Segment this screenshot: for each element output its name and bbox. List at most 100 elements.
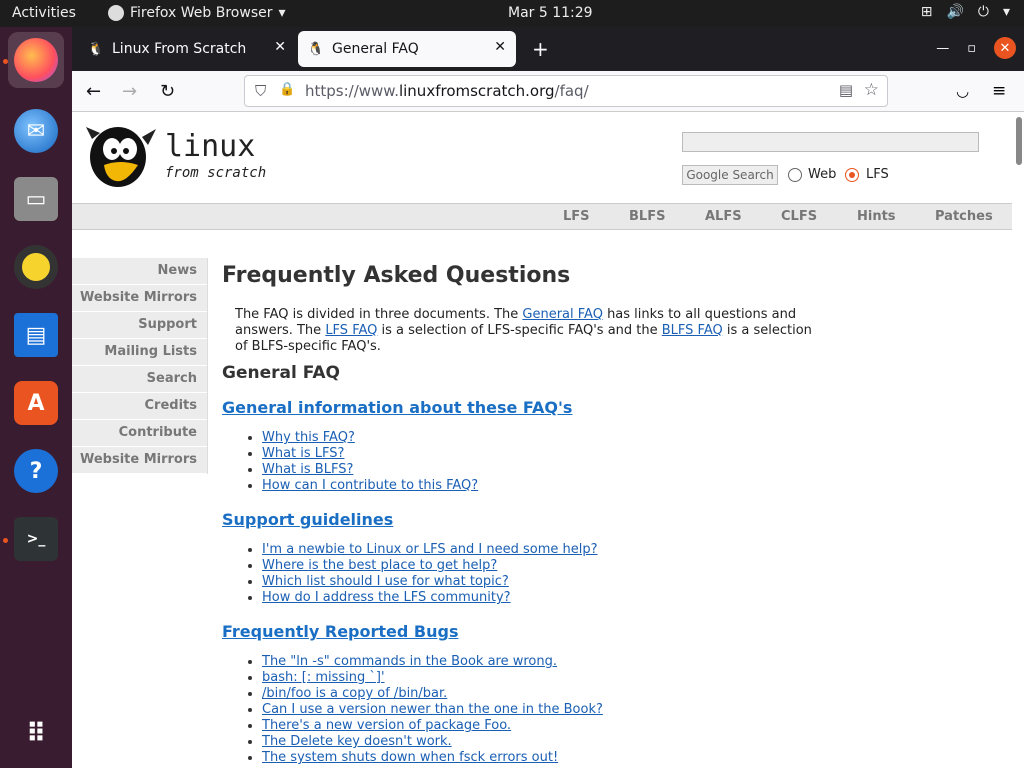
list-item[interactable]: The system shuts down when fsck errors o…	[262, 750, 603, 766]
firefox-icon	[14, 38, 58, 82]
url-text[interactable]: https://www.linuxfromscratch.org/faq/	[305, 82, 589, 100]
list-item[interactable]: The "ln -s" commands in the Book are wro…	[262, 654, 603, 670]
firefox-icon	[108, 5, 124, 21]
nav-alfs[interactable]: ALFS	[705, 209, 742, 224]
list-item[interactable]: bash: [: missing `]'	[262, 670, 603, 686]
dock-help[interactable]: ?	[8, 443, 64, 499]
list-item[interactable]: How do I address the LFS community?	[262, 590, 598, 606]
logo-text-linux[interactable]: linux	[165, 129, 255, 164]
lfs-faq-link[interactable]: LFS FAQ	[325, 323, 377, 338]
nav-hints[interactable]: Hints	[857, 209, 896, 224]
tab-general-faq[interactable]: 🐧 General FAQ ✕	[298, 31, 516, 67]
page-scrollbar[interactable]	[1016, 117, 1022, 165]
section-heading-bugs[interactable]: Frequently Reported Bugs	[222, 622, 458, 641]
sidebar: News Website Mirrors Support Mailing Lis…	[72, 258, 208, 474]
sidebar-item-news[interactable]: News	[72, 258, 207, 285]
pocket-icon[interactable]: ◡	[956, 82, 969, 100]
tab-linux-from-scratch[interactable]: 🐧 Linux From Scratch ✕	[78, 31, 296, 67]
radio-web-label[interactable]: Web	[808, 167, 836, 182]
new-tab-button[interactable]: +	[532, 37, 549, 61]
list-item[interactable]: /bin/foo is a copy of /bin/bar.	[262, 686, 603, 702]
files-icon: ▭	[14, 177, 58, 221]
close-tab-icon[interactable]: ✕	[274, 39, 286, 55]
list-item[interactable]: I'm a newbie to Linux or LFS and I need …	[262, 542, 598, 558]
web-page: linux from scratch Google Search Web LFS…	[72, 113, 1024, 768]
forward-icon[interactable]: →	[122, 81, 137, 102]
rhythmbox-icon	[14, 245, 58, 289]
clock[interactable]: Mar 5 11:29	[508, 5, 593, 21]
nav-blfs[interactable]: BLFS	[629, 209, 665, 224]
close-window-icon[interactable]: ✕	[994, 37, 1016, 59]
sidebar-item-contribute[interactable]: Contribute	[72, 420, 207, 447]
radio-lfs[interactable]	[845, 168, 859, 182]
section-heading-general-info[interactable]: General information about these FAQ's	[222, 398, 572, 417]
dock-writer[interactable]: ▤	[8, 307, 64, 363]
tux-logo-icon[interactable]	[82, 123, 162, 193]
faq-list-bugs: The "ln -s" commands in the Book are wro…	[222, 654, 603, 766]
nav-lfs[interactable]: LFS	[563, 209, 590, 224]
terminal-icon: >_	[14, 517, 58, 561]
app-name: Firefox Web Browser	[130, 5, 273, 21]
browser-window: 🐧 Linux From Scratch ✕ 🐧 General FAQ ✕ +…	[72, 27, 1024, 768]
back-icon[interactable]: ←	[86, 81, 101, 102]
close-tab-icon[interactable]: ✕	[494, 39, 506, 55]
shield-icon[interactable]: ⛉	[255, 82, 266, 100]
list-item[interactable]: The Delete key doesn't work.	[262, 734, 603, 750]
google-search-button[interactable]: Google Search	[682, 165, 778, 185]
activities-button[interactable]: Activities	[12, 5, 76, 21]
dock-rhythmbox[interactable]	[8, 239, 64, 295]
tab-title: General FAQ	[332, 41, 419, 57]
sidebar-item-website-mirrors-2[interactable]: Website Mirrors	[72, 447, 207, 474]
list-item[interactable]: Can I use a version newer than the one i…	[262, 702, 603, 718]
list-item[interactable]: What is BLFS?	[262, 462, 478, 478]
dock-files[interactable]: ▭	[8, 171, 64, 227]
dock-firefox[interactable]	[8, 32, 64, 88]
maximize-icon[interactable]: ▫	[967, 41, 976, 56]
app-menu[interactable]: Firefox Web Browser ▾	[108, 5, 286, 21]
section-subtitle: General FAQ	[222, 363, 340, 383]
radio-web[interactable]	[788, 168, 802, 182]
show-apps-button[interactable]: ⠿	[8, 706, 64, 762]
logo-text-from-scratch[interactable]: from scratch	[165, 165, 266, 181]
sidebar-item-mailing-lists[interactable]: Mailing Lists	[72, 339, 207, 366]
list-item[interactable]: Why this FAQ?	[262, 430, 478, 446]
network-icon: ⊞	[920, 4, 933, 20]
writer-icon: ▤	[14, 313, 58, 357]
list-item[interactable]: Where is the best place to get help?	[262, 558, 598, 574]
sidebar-item-credits[interactable]: Credits	[72, 393, 207, 420]
reload-icon[interactable]: ↻	[160, 81, 175, 102]
minimize-icon[interactable]: —	[936, 41, 949, 56]
dock: ✉ ▭ ▤ A ? >_ ⠿	[0, 27, 72, 768]
tux-favicon-icon: 🐧	[87, 41, 105, 57]
blfs-faq-link[interactable]: BLFS FAQ	[662, 323, 723, 338]
nav-clfs[interactable]: CLFS	[781, 209, 817, 224]
section-heading-support[interactable]: Support guidelines	[222, 510, 393, 529]
sidebar-item-website-mirrors[interactable]: Website Mirrors	[72, 285, 207, 312]
sidebar-item-search[interactable]: Search	[72, 366, 207, 393]
dock-thunderbird[interactable]: ✉	[8, 103, 64, 159]
sidebar-item-support[interactable]: Support	[72, 312, 207, 339]
list-item[interactable]: What is LFS?	[262, 446, 478, 462]
dock-terminal[interactable]: >_	[8, 511, 64, 567]
dock-software[interactable]: A	[8, 375, 64, 431]
chevron-down-icon: ▾	[278, 5, 286, 21]
list-item[interactable]: There's a new version of package Foo.	[262, 718, 603, 734]
running-indicator	[3, 59, 8, 64]
list-item[interactable]: Which list should I use for what topic?	[262, 574, 598, 590]
list-item[interactable]: How can I contribute to this FAQ?	[262, 478, 478, 494]
reader-view-icon[interactable]: ▤	[839, 81, 853, 99]
general-faq-link[interactable]: General FAQ	[522, 307, 603, 322]
system-tray[interactable]: ⊞ 🔊 ⏻ ▾	[921, 4, 1010, 20]
faq-list-general: Why this FAQ? What is LFS? What is BLFS?…	[222, 430, 478, 494]
url-bar[interactable]: ⛉ 🔒 https://www.linuxfromscratch.org/faq…	[244, 75, 888, 107]
search-input[interactable]	[682, 132, 979, 152]
hamburger-menu-icon[interactable]: ≡	[992, 81, 1006, 101]
nav-patches[interactable]: Patches	[935, 209, 993, 224]
bookmark-star-icon[interactable]: ☆	[864, 80, 879, 100]
navigation-toolbar: ← → ↻ ⛉ 🔒 https://www.linuxfromscratch.o…	[72, 71, 1024, 112]
radio-lfs-label[interactable]: LFS	[866, 167, 889, 182]
faq-list-support: I'm a newbie to Linux or LFS and I need …	[222, 542, 598, 606]
tab-bar: 🐧 Linux From Scratch ✕ 🐧 General FAQ ✕ +…	[72, 27, 1024, 71]
lock-icon[interactable]: 🔒	[279, 82, 295, 97]
software-icon: A	[14, 381, 58, 425]
